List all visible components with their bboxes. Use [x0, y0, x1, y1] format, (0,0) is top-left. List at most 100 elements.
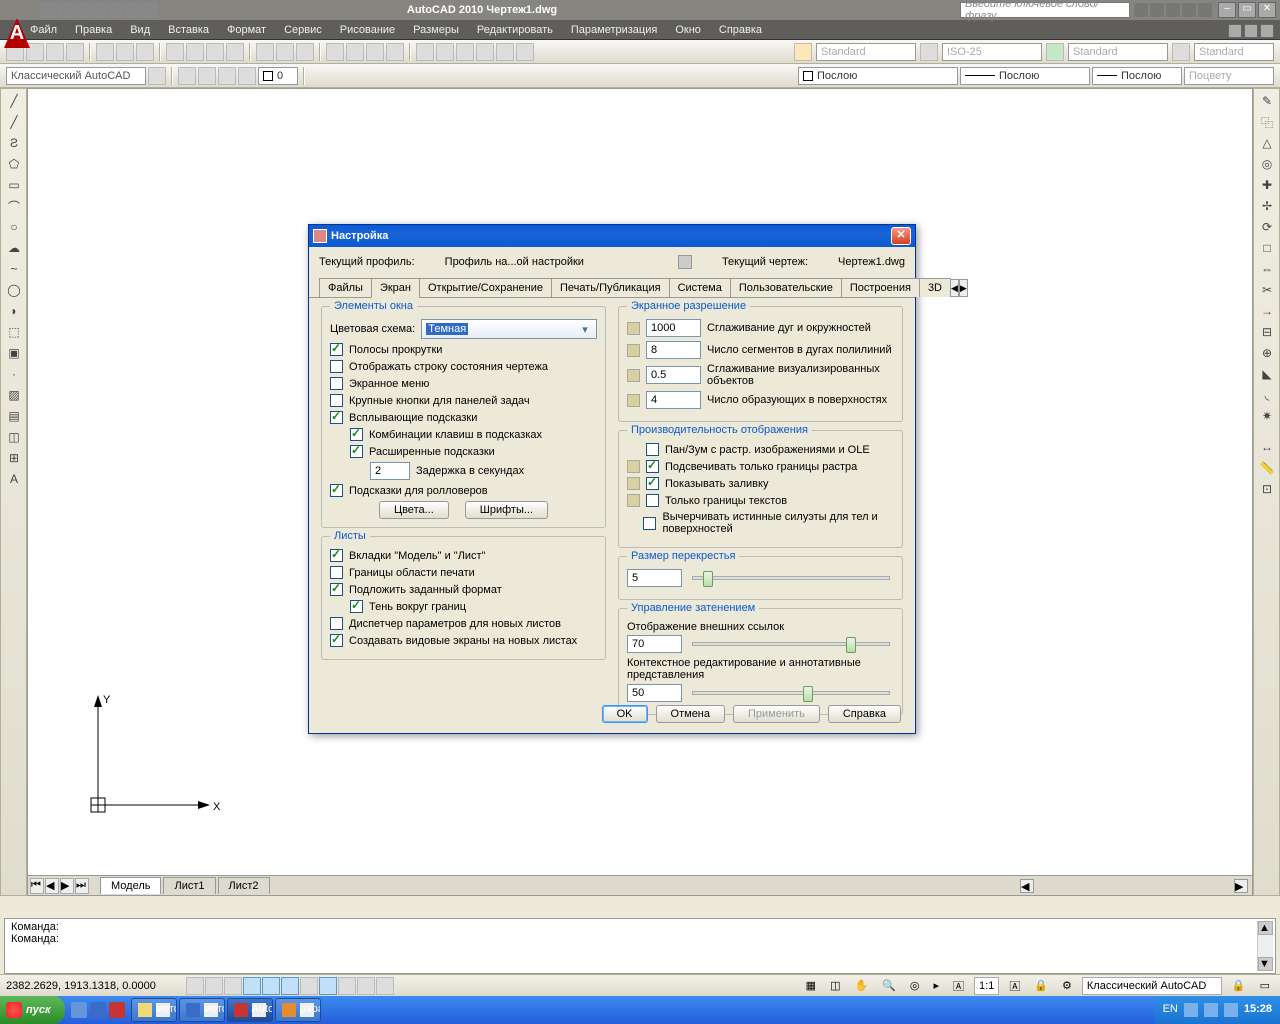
comm-icon[interactable] [1166, 3, 1180, 17]
grid-toggle[interactable] [205, 977, 223, 995]
coordinates[interactable]: 2382.2629, 1913.1318, 0.0000 [6, 980, 186, 992]
mleaderstyle-select[interactable]: Standard [1194, 43, 1274, 61]
chk-rollover[interactable] [330, 484, 343, 497]
rotate-icon[interactable]: ⟳ [1256, 217, 1278, 237]
mtext-icon[interactable]: A [3, 469, 25, 489]
task-3[interactable]: AutoCAD 2010 - [Чер... [227, 998, 273, 1022]
task-2[interactable]: методичка по AutoC... [179, 998, 225, 1022]
minimize-button[interactable]: – [1218, 2, 1236, 18]
linetype-select[interactable]: Послою [960, 67, 1090, 85]
chk-paper-shadow[interactable] [350, 600, 363, 613]
qat-save-icon[interactable] [74, 2, 90, 18]
osnap-toggle[interactable] [262, 977, 280, 995]
tab-last-icon[interactable]: ⏭ [75, 878, 89, 894]
offset-icon[interactable]: ◎ [1256, 154, 1278, 174]
tb-pan-icon[interactable] [326, 43, 344, 61]
chk-print-area[interactable] [330, 566, 343, 579]
arc-smooth-input[interactable] [646, 319, 701, 337]
hscroll-left-icon[interactable]: ◀ [1020, 879, 1034, 893]
tb-zoomwin-icon[interactable] [366, 43, 384, 61]
chk-statusline[interactable] [330, 360, 343, 373]
color-select[interactable]: Послою [798, 67, 958, 85]
mleaderstyle-icon[interactable] [1172, 43, 1190, 61]
close-button[interactable]: ✕ [1258, 2, 1276, 18]
tray-icon-2[interactable] [1204, 1003, 1218, 1017]
lwt-toggle[interactable] [338, 977, 356, 995]
tb-calc-icon[interactable] [476, 43, 494, 61]
menu-modify[interactable]: Редактировать [477, 24, 553, 36]
menu-file[interactable]: Файл [30, 24, 57, 36]
spline-icon[interactable]: ~ [3, 259, 25, 279]
tb-tp-icon[interactable] [456, 43, 474, 61]
tb-dc-icon[interactable] [436, 43, 454, 61]
copy-icon[interactable]: ⿻ [1256, 112, 1278, 132]
ducs-toggle[interactable] [300, 977, 318, 995]
stretch-icon[interactable]: ⇔ [1256, 259, 1278, 279]
array-icon[interactable]: ✚ [1256, 175, 1278, 195]
cmd-scroll-up-icon[interactable]: ▲ [1258, 921, 1273, 935]
polygon-icon[interactable]: ⬠ [3, 154, 25, 174]
delay-input[interactable] [370, 462, 410, 480]
hscroll-right-icon[interactable]: ▶ [1234, 879, 1248, 893]
tb-publish-icon[interactable] [136, 43, 154, 61]
task-1[interactable]: методичка для курсов [131, 998, 177, 1022]
tb-copy-icon[interactable] [186, 43, 204, 61]
layerstate-icon[interactable] [198, 67, 216, 85]
move-icon[interactable]: ✢ [1256, 196, 1278, 216]
qat-redo-icon[interactable] [108, 2, 124, 18]
mdi-close-icon[interactable] [1260, 24, 1274, 38]
cmd-scroll-down-icon[interactable]: ▼ [1258, 957, 1273, 971]
erase-icon[interactable]: ✎ [1256, 91, 1278, 111]
hatch-icon[interactable]: ▨ [3, 385, 25, 405]
distance-icon[interactable]: ↔ [1256, 437, 1278, 457]
dimstyle-icon[interactable] [920, 43, 938, 61]
xline-icon[interactable]: ╱ [3, 112, 25, 132]
explode-icon[interactable]: ✷ [1256, 406, 1278, 426]
tab-system[interactable]: Система [669, 278, 731, 297]
ws-settings-icon[interactable] [148, 67, 166, 85]
tb-cut-icon[interactable] [166, 43, 184, 61]
ellipse-icon[interactable]: ◯ [3, 280, 25, 300]
tab-model[interactable]: Модель [100, 877, 161, 894]
scale-icon[interactable]: □ [1256, 238, 1278, 258]
menu-tools[interactable]: Сервис [284, 24, 322, 36]
tablestyle-select[interactable]: Standard [1068, 43, 1168, 61]
lineweight-select[interactable]: Послою [1092, 67, 1182, 85]
menu-parametric[interactable]: Параметризация [571, 24, 657, 36]
tab-drafting[interactable]: Построения [841, 278, 920, 297]
chk-pagesetup-mgr[interactable] [330, 617, 343, 630]
lang-indicator[interactable]: EN [1163, 1003, 1178, 1017]
star-icon[interactable] [1182, 3, 1196, 17]
layer-select[interactable]: 0 [258, 67, 298, 85]
qp-toggle[interactable] [357, 977, 375, 995]
chk-raster-frame[interactable] [646, 460, 659, 473]
workspace-select[interactable]: Классический AutoCAD [6, 67, 146, 85]
menu-help[interactable]: Справка [719, 24, 762, 36]
ok-button[interactable]: OK [602, 705, 648, 723]
showmotion-icon[interactable]: ▸ [929, 977, 943, 995]
quickview-icon[interactable]: ◫ [826, 977, 844, 995]
menu-draw[interactable]: Рисование [340, 24, 395, 36]
menu-edit[interactable]: Правка [75, 24, 112, 36]
tb-match-icon[interactable] [226, 43, 244, 61]
fonts-button[interactable]: Шрифты... [465, 501, 548, 519]
nav-zoom-icon[interactable]: 🔍 [878, 977, 900, 995]
otrack-toggle[interactable] [281, 977, 299, 995]
line-icon[interactable]: ╱ [3, 91, 25, 111]
help-icon[interactable] [1198, 3, 1212, 17]
chk-true-silhouettes[interactable] [643, 517, 656, 530]
chk-bigbuttons[interactable] [330, 394, 343, 407]
textstyle-select[interactable]: Standard [816, 43, 916, 61]
chk-paper-bg[interactable] [330, 583, 343, 596]
tray-icon-3[interactable] [1224, 1003, 1238, 1017]
circle-icon[interactable]: ○ [3, 217, 25, 237]
trim-icon[interactable]: ✂ [1256, 280, 1278, 300]
dimstyle-select[interactable]: ISO-25 [942, 43, 1042, 61]
ql-desktop-icon[interactable] [71, 1002, 87, 1018]
task-4[interactable]: papa74 — «Немо уж... [275, 998, 321, 1022]
ws-icon[interactable]: ⚙ [1058, 977, 1076, 995]
insert-icon[interactable]: ⬚ [3, 322, 25, 342]
mdi-min-icon[interactable] [1228, 24, 1242, 38]
qat-undo-icon[interactable] [91, 2, 107, 18]
mdi-restore-icon[interactable] [1244, 24, 1258, 38]
